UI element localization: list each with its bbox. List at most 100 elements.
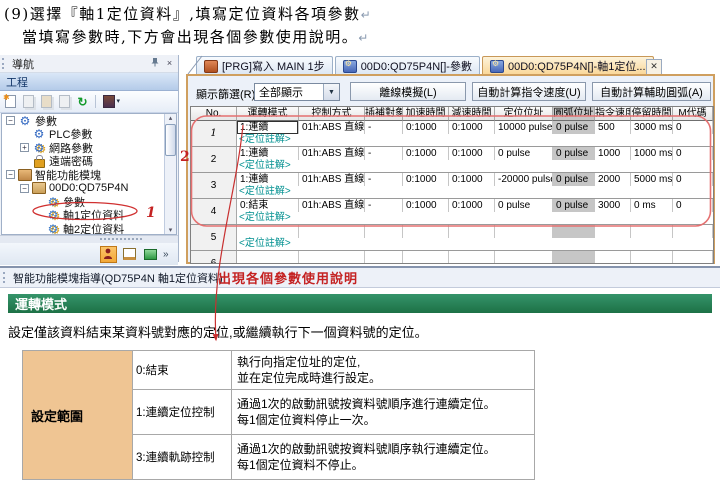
grid-cell[interactable]: 0:1000 <box>403 199 449 212</box>
grid-cell[interactable] <box>237 225 299 238</box>
drag-grip[interactable] <box>2 58 7 69</box>
grid-cell[interactable] <box>673 225 713 238</box>
grid-cell[interactable]: 0 pulse <box>553 147 595 160</box>
expand-icon[interactable]: + <box>20 143 29 152</box>
grid-cell[interactable]: 0 <box>673 173 713 186</box>
guide-book-icon[interactable] <box>121 246 138 263</box>
grid-cell[interactable]: 0 pulse <box>553 199 595 212</box>
grid-cell[interactable] <box>449 225 495 238</box>
grid-cell[interactable]: 10000 pulse <box>495 121 553 134</box>
offline-simulation-button[interactable]: 離線模擬(L) <box>350 82 466 101</box>
collapse-icon[interactable]: − <box>20 184 29 193</box>
grid-cell[interactable] <box>595 225 631 238</box>
pin-icon[interactable] <box>148 57 161 70</box>
tab-3[interactable]: 00D0:QD75P4N[]-軸1定位... <box>482 56 654 75</box>
refresh-icon[interactable]: ↻ <box>75 94 90 109</box>
grid-cell[interactable]: -20000 pulse <box>495 173 553 186</box>
scroll-down-icon[interactable]: ▾ <box>169 226 173 234</box>
tab-2[interactable]: 00D0:QD75P4N[]-參數 <box>335 56 480 75</box>
grid-cell[interactable] <box>631 251 673 264</box>
grid-cell[interactable]: 01h:ABS 直線1 <box>299 199 365 212</box>
grid-cell[interactable] <box>449 251 495 264</box>
grid-cell[interactable]: 1000 ms <box>631 147 673 160</box>
close-document-icon[interactable]: ✕ <box>646 59 662 75</box>
grid-cell[interactable]: - <box>365 199 403 212</box>
paste-icon[interactable] <box>39 94 54 109</box>
grid-cell[interactable] <box>553 225 595 238</box>
grid-cell[interactable]: 0 ms <box>631 199 673 212</box>
grid-cell[interactable]: 0 <box>673 121 713 134</box>
tree-item-智能功能模塊[interactable]: −智能功能模塊 <box>2 168 176 182</box>
row-number[interactable]: 5 <box>191 225 237 250</box>
chevron-down-icon[interactable]: ▼ <box>323 84 339 100</box>
grid-cell[interactable]: 0:1000 <box>403 121 449 134</box>
row-number[interactable]: 6 <box>191 251 237 264</box>
grid-cell[interactable] <box>673 251 713 264</box>
grid-cell[interactable]: 0:1000 <box>403 173 449 186</box>
grid-cell[interactable]: 01h:ABS 直線1 <box>299 121 365 134</box>
copy-icon[interactable] <box>21 94 36 109</box>
grid-cell[interactable] <box>365 225 403 238</box>
grid-cell[interactable]: 0 <box>673 147 713 160</box>
grid-cell[interactable]: 0:1000 <box>449 199 495 212</box>
close-icon[interactable]: × <box>163 57 176 70</box>
grid-cell[interactable] <box>495 225 553 238</box>
grid-cell[interactable]: 500 <box>595 121 631 134</box>
scroll-thumb[interactable] <box>165 124 176 156</box>
grid-cell[interactable]: - <box>365 121 403 134</box>
positioning-comment-cell[interactable]: <定位註解> <box>237 186 713 198</box>
grid-cell[interactable]: 1:連續 <box>237 121 299 134</box>
positioning-comment-cell[interactable]: <定位註解> <box>237 212 713 224</box>
grid-cell[interactable]: 1:連續 <box>237 173 299 186</box>
grid-cell[interactable] <box>631 225 673 238</box>
collapse-icon[interactable]: − <box>6 116 15 125</box>
grid-cell[interactable]: 01h:ABS 直線1 <box>299 147 365 160</box>
grid-cell[interactable]: 0 pulse <box>553 121 595 134</box>
collapse-icon[interactable]: − <box>6 170 15 179</box>
monitor-icon[interactable] <box>142 246 159 263</box>
tab-1[interactable]: [PRG]寫入 MAIN 1步 <box>196 56 333 75</box>
auto-calc-sub-arc-button[interactable]: 自動計算輔助圓弧(A) <box>592 82 711 101</box>
grid-cell[interactable]: 01h:ABS 直線1 <box>299 173 365 186</box>
scroll-up-icon[interactable]: ▴ <box>169 114 173 122</box>
tree-item-軸2定位資料[interactable]: 軸2定位資料 <box>2 222 176 235</box>
auto-calc-command-speed-button[interactable]: 自動計算指令速度(U) <box>472 82 586 101</box>
row-number[interactable]: 1 <box>191 121 237 146</box>
grid-cell[interactable]: 0:1000 <box>449 173 495 186</box>
grid-cell[interactable]: 1000 <box>595 147 631 160</box>
grid-cell[interactable]: 0 pulse <box>495 147 553 160</box>
tree-item-00D0:QD75P4N[interactable]: −00D0:QD75P4N <box>2 182 176 196</box>
grid-cell[interactable] <box>365 251 403 264</box>
grid-cell[interactable] <box>299 251 365 264</box>
tree-scrollbar[interactable]: ▴ ▾ <box>164 114 176 234</box>
grid-cell[interactable] <box>403 225 449 238</box>
grid-cell[interactable] <box>403 251 449 264</box>
grid-cell[interactable]: 3000 ms <box>631 121 673 134</box>
new-project-icon[interactable] <box>3 94 18 109</box>
positioning-comment-cell[interactable]: <定位註解> <box>237 160 713 172</box>
grid-cell[interactable] <box>299 225 365 238</box>
sort-icon[interactable] <box>101 94 116 109</box>
tree-hscrollbar[interactable] <box>0 235 178 243</box>
grid-cell[interactable] <box>595 251 631 264</box>
grid-cell[interactable]: - <box>365 147 403 160</box>
display-filter-dropdown[interactable]: 全部顯示 ▼ <box>254 83 340 101</box>
grid-cell[interactable] <box>495 251 553 264</box>
grid-cell[interactable]: 0 <box>673 199 713 212</box>
grid-cell[interactable]: 0 pulse <box>553 173 595 186</box>
grid-cell[interactable]: 0:1000 <box>403 147 449 160</box>
grid-cell[interactable]: 3000 <box>595 199 631 212</box>
grid-cell[interactable]: 0:結束 <box>237 199 299 212</box>
row-number[interactable]: 3 <box>191 173 237 198</box>
duplicate-icon[interactable] <box>57 94 72 109</box>
row-number[interactable]: 4 <box>191 199 237 224</box>
drag-grip[interactable] <box>3 272 8 283</box>
grid-cell[interactable]: 0:1000 <box>449 147 495 160</box>
grid-cell[interactable] <box>237 251 299 264</box>
grid-cell[interactable] <box>553 251 595 264</box>
grid-cell[interactable]: 0:1000 <box>449 121 495 134</box>
row-number[interactable]: 2 <box>191 147 237 172</box>
grid-cell[interactable]: - <box>365 173 403 186</box>
grid-cell[interactable]: 5000 ms <box>631 173 673 186</box>
positioning-comment-cell[interactable]: <定位註解> <box>237 238 713 250</box>
